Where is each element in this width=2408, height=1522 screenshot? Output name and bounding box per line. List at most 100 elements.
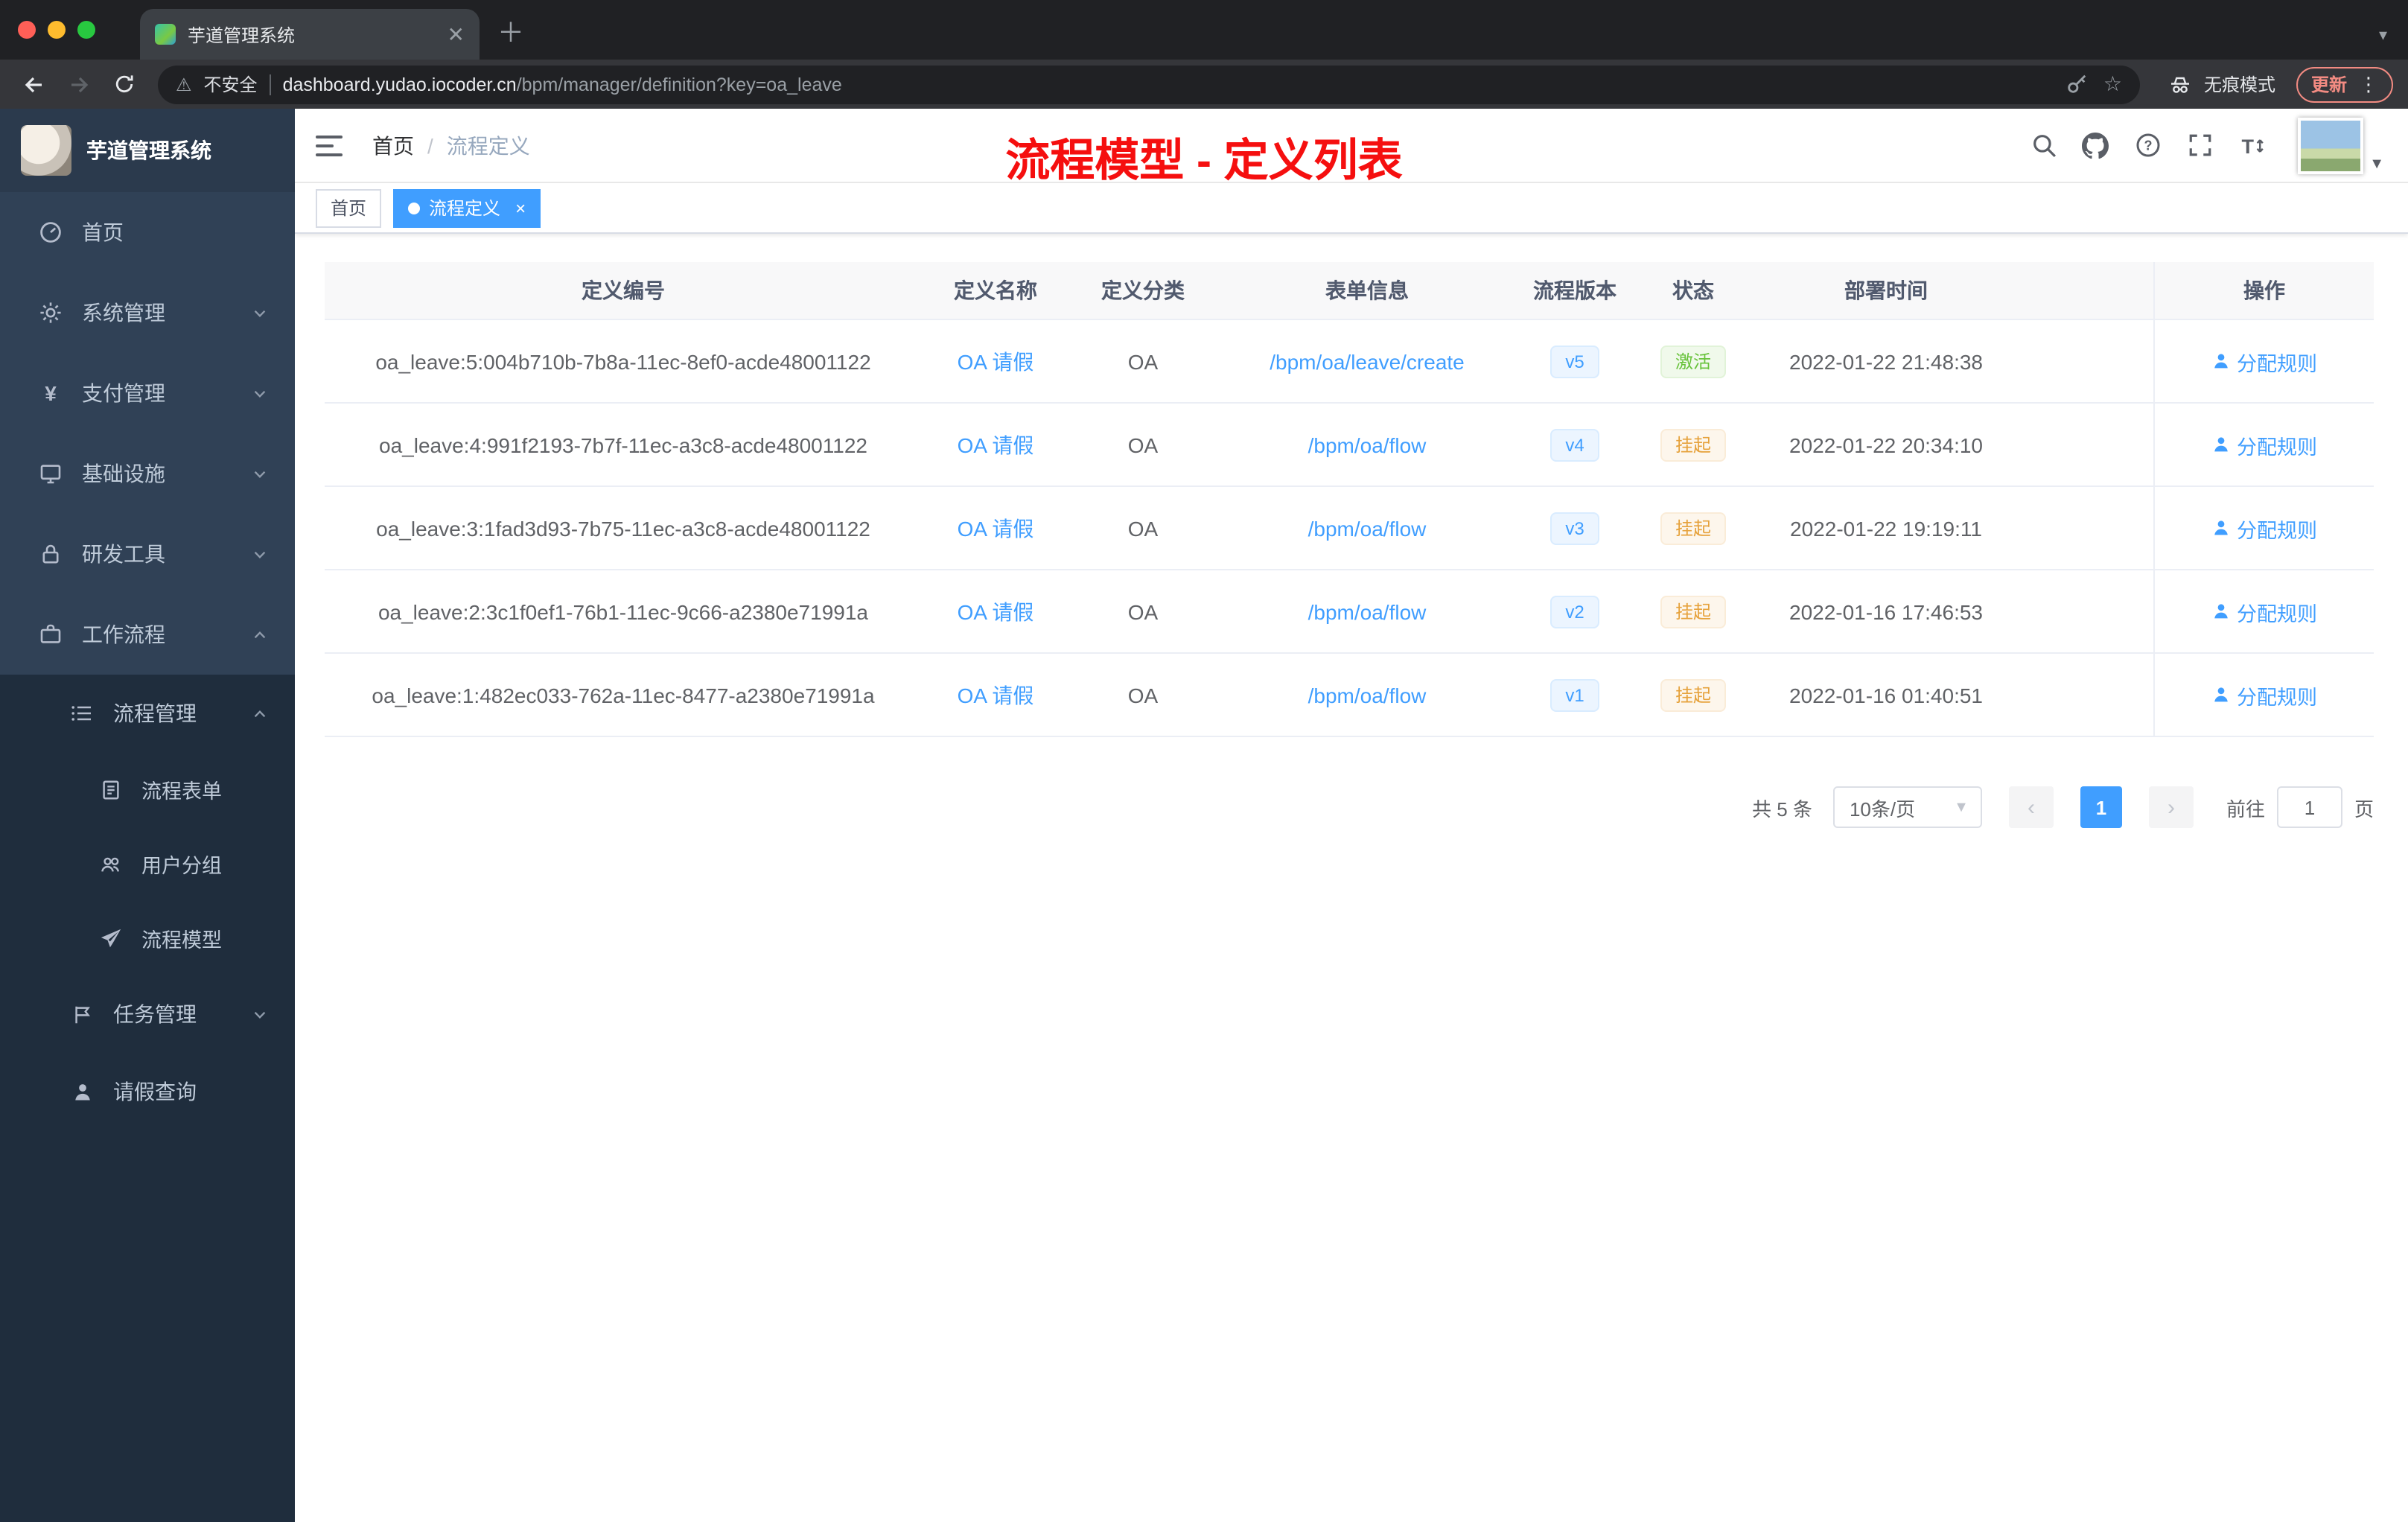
- next-page-button[interactable]: ›: [2148, 786, 2194, 828]
- minimize-window-button[interactable]: [48, 21, 66, 39]
- row-filler: [2018, 487, 2153, 569]
- sidebar-logo[interactable]: 芋道管理系统: [0, 109, 295, 192]
- definition-name-link[interactable]: OA 请假: [958, 430, 1034, 459]
- person-icon: [2214, 604, 2228, 619]
- sidebar-item-infrastructure[interactable]: 基础设施: [0, 433, 295, 514]
- deploy-time: 2022-01-22 20:34:10: [1789, 433, 1983, 456]
- assign-rule-label: 分配规则: [2237, 519, 2317, 541]
- not-secure-label[interactable]: 不安全: [204, 71, 258, 97]
- status-badge: 激活: [1660, 345, 1726, 378]
- sidebar-item-user-group[interactable]: 用户分组: [0, 827, 295, 901]
- sidebar-item-leave-query[interactable]: 请假查询: [0, 1053, 295, 1130]
- menu-fold-icon[interactable]: [316, 135, 348, 156]
- assign-rule-button[interactable]: 分配规则: [2211, 513, 2317, 543]
- url-text[interactable]: dashboard.yudao.iocoder.cn/bpm/manager/d…: [283, 74, 2054, 95]
- form-info-link[interactable]: /bpm/oa/flow: [1308, 683, 1427, 707]
- status-badge: 挂起: [1660, 428, 1726, 461]
- back-icon[interactable]: [15, 65, 54, 104]
- browser-tab[interactable]: 芋道管理系统 ✕: [140, 9, 480, 60]
- page-size-select[interactable]: 10条/页 ▼: [1832, 786, 1982, 828]
- password-key-icon[interactable]: [2066, 73, 2089, 95]
- update-label[interactable]: 更新: [2311, 71, 2347, 97]
- warning-icon[interactable]: ⚠: [176, 74, 192, 95]
- help-icon[interactable]: ?: [2133, 130, 2162, 160]
- tag-process-definition[interactable]: 流程定义 ×: [393, 188, 541, 227]
- status-badge: 挂起: [1660, 595, 1726, 628]
- person-icon: [2214, 354, 2228, 369]
- avatar[interactable]: [2298, 117, 2364, 173]
- definition-name-link[interactable]: OA 请假: [958, 513, 1034, 543]
- assign-rule-button[interactable]: 分配规则: [2211, 680, 2317, 710]
- assign-rule-button[interactable]: 分配规则: [2211, 430, 2317, 459]
- status-badge: 挂起: [1660, 678, 1726, 711]
- bookmark-star-icon[interactable]: ☆: [2103, 71, 2122, 97]
- zoom-window-button[interactable]: [77, 21, 95, 39]
- new-tab-button[interactable]: ＋: [497, 12, 524, 51]
- sidebar-item-task-management[interactable]: 任务管理: [0, 975, 295, 1053]
- sidebar-item-process-management[interactable]: 流程管理: [0, 675, 295, 752]
- definition-name-link[interactable]: OA 请假: [958, 596, 1034, 626]
- chevron-up-icon: [252, 705, 268, 722]
- form-info-link[interactable]: /bpm/oa/flow: [1308, 599, 1427, 623]
- close-window-button[interactable]: [18, 21, 36, 39]
- form-info-link[interactable]: /bpm/oa/flow: [1308, 433, 1427, 456]
- page-content: 定义编号 定义名称 定义分类 表单信息 流程版本 状态 部署时间 操作 oa_l…: [295, 234, 2408, 828]
- sidebar-item-dev-tools[interactable]: 研发工具: [0, 514, 295, 594]
- breadcrumb-separator: /: [427, 133, 433, 157]
- table-row: oa_leave:3:1fad3d93-7b75-11ec-a3c8-acde4…: [325, 487, 2374, 570]
- sidebar-item-payment[interactable]: ¥ 支付管理: [0, 353, 295, 433]
- person-icon: [2214, 687, 2228, 702]
- forward-icon[interactable]: [60, 65, 98, 104]
- font-size-icon[interactable]: T: [2237, 130, 2267, 160]
- pagination: 共 5 条 10条/页 ▼ ‹ 1 › 前往 页: [325, 786, 2374, 828]
- tab-search-icon[interactable]: ▾: [2379, 25, 2387, 45]
- reload-icon[interactable]: [104, 65, 143, 104]
- tag-home[interactable]: 首页: [316, 188, 382, 227]
- tab-close-icon[interactable]: ✕: [447, 24, 465, 45]
- page-number-button[interactable]: 1: [2080, 786, 2122, 828]
- sidebar-filler: [0, 1130, 295, 1522]
- browser-menu-icon[interactable]: ⋮: [2359, 72, 2378, 96]
- page-size-value: 10条/页: [1849, 797, 1916, 820]
- sidebar-item-process-model[interactable]: 流程模型: [0, 901, 295, 975]
- table-body: oa_leave:5:004b710b-7b8a-11ec-8ef0-acde4…: [325, 320, 2374, 737]
- column-header: 定义编号: [582, 278, 665, 302]
- search-icon[interactable]: [2028, 130, 2058, 160]
- goto-suffix: 页: [2354, 797, 2374, 820]
- breadcrumb: 首页 / 流程定义: [372, 130, 530, 160]
- person-icon: [2214, 437, 2228, 452]
- version-tag: v4: [1550, 428, 1599, 461]
- person-icon: [2214, 520, 2228, 535]
- deploy-time: 2022-01-16 01:40:51: [1789, 683, 1983, 707]
- assign-rule-label: 分配规则: [2237, 436, 2317, 458]
- definition-name-link[interactable]: OA 请假: [958, 680, 1034, 710]
- deploy-time: 2022-01-22 21:48:38: [1789, 349, 1983, 373]
- column-header: 定义分类: [1101, 278, 1185, 302]
- svg-text:T: T: [2242, 135, 2255, 157]
- tag-close-icon[interactable]: ×: [515, 197, 526, 218]
- definition-category: OA: [1127, 599, 1159, 623]
- fullscreen-icon[interactable]: [2185, 130, 2214, 160]
- assign-rule-button[interactable]: 分配规则: [2211, 596, 2317, 626]
- form-info-link[interactable]: /bpm/oa/leave/create: [1270, 349, 1465, 373]
- definition-name-link[interactable]: OA 请假: [958, 346, 1034, 376]
- definition-id: oa_leave:1:482ec033-762a-11ec-8477-a2380…: [372, 683, 875, 707]
- form-info-link[interactable]: /bpm/oa/flow: [1308, 516, 1427, 540]
- github-icon[interactable]: [2080, 130, 2110, 160]
- address-bar[interactable]: ⚠ 不安全 dashboard.yudao.iocoder.cn/bpm/man…: [158, 65, 2140, 104]
- assign-rule-button[interactable]: 分配规则: [2211, 346, 2317, 376]
- list-icon: [69, 701, 95, 725]
- sidebar-item-home[interactable]: 首页: [0, 192, 295, 273]
- tags-view-bar: 首页 流程定义 ×: [295, 183, 2408, 234]
- update-chip[interactable]: 更新 ⋮: [2296, 66, 2393, 102]
- goto-page-input[interactable]: [2276, 786, 2342, 828]
- user-avatar-menu[interactable]: ▼: [2298, 117, 2384, 173]
- pagination-total: 共 5 条: [1752, 797, 1812, 820]
- sidebar-item-workflow[interactable]: 工作流程: [0, 594, 295, 675]
- sidebar-item-process-form[interactable]: 流程表单: [0, 752, 295, 827]
- breadcrumb-home[interactable]: 首页: [372, 130, 414, 160]
- chevron-down-icon: [252, 305, 268, 321]
- sidebar-item-system[interactable]: 系统管理: [0, 273, 295, 353]
- prev-page-button[interactable]: ‹: [2008, 786, 2054, 828]
- window-controls[interactable]: [0, 0, 113, 60]
